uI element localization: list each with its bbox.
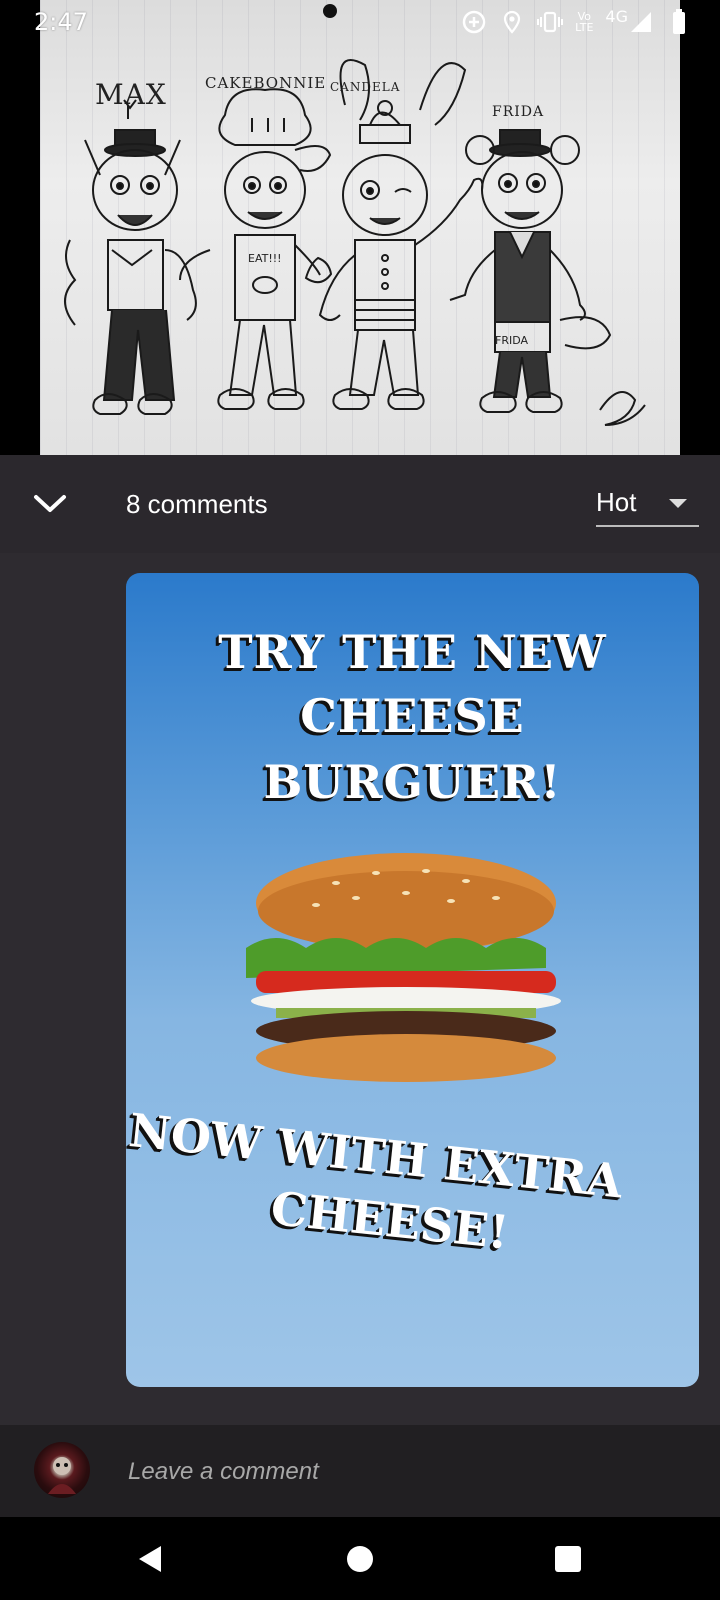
post-image[interactable]: MAX CAKEBONNIE CANDELA FRIDA EAT!!! FRID… <box>0 0 720 455</box>
network-type: 4G <box>605 6 628 26</box>
legs-text: FRIDA <box>495 334 528 347</box>
dropdown-arrow-icon <box>669 499 687 508</box>
ad-headline-line-3: BURGUER! <box>263 755 562 809</box>
comments-list[interactable]: TRY THE NEW CHEESE BURGUER! NOW WITH EXT… <box>0 553 720 1425</box>
ad-headline-line-2: CHEESE <box>300 689 525 743</box>
comments-header: 8 comments Hot <box>0 455 720 553</box>
ad-headline-line-1: TRY THE NEW <box>218 625 607 679</box>
status-icons: Vo LTE 4G <box>461 6 692 36</box>
status-time: 2:47 <box>34 8 88 36</box>
data-saver-icon <box>461 8 487 36</box>
status-bar: 2:47 Vo LTE 4G <box>0 0 720 46</box>
avatar[interactable] <box>34 1442 90 1498</box>
comment-image[interactable]: TRY THE NEW CHEESE BURGUER! NOW WITH EXT… <box>126 573 699 1387</box>
recents-square-icon[interactable] <box>550 1541 586 1577</box>
battery-icon <box>666 8 692 36</box>
comment-input[interactable] <box>126 1453 690 1491</box>
back-triangle-icon[interactable] <box>132 1541 168 1577</box>
sort-value: Hot <box>596 487 637 517</box>
character-sketches: EAT!!! FRIDA <box>64 59 646 426</box>
signal-icon <box>628 8 654 36</box>
chevron-down-icon[interactable] <box>30 483 70 523</box>
sort-dropdown[interactable]: Hot <box>596 485 699 527</box>
location-icon <box>499 8 525 36</box>
home-circle-icon[interactable] <box>342 1541 378 1577</box>
shirt-text: EAT!!! <box>248 252 282 265</box>
volte-indicator: Vo LTE <box>575 10 594 34</box>
comment-count: 8 comments <box>126 489 268 519</box>
comment-bar <box>0 1425 720 1517</box>
navigation-bar <box>0 1517 720 1600</box>
drawing-paper: MAX CAKEBONNIE CANDELA FRIDA EAT!!! FRID… <box>40 0 680 455</box>
burger-image <box>246 853 561 1082</box>
vibrate-icon <box>537 8 564 36</box>
